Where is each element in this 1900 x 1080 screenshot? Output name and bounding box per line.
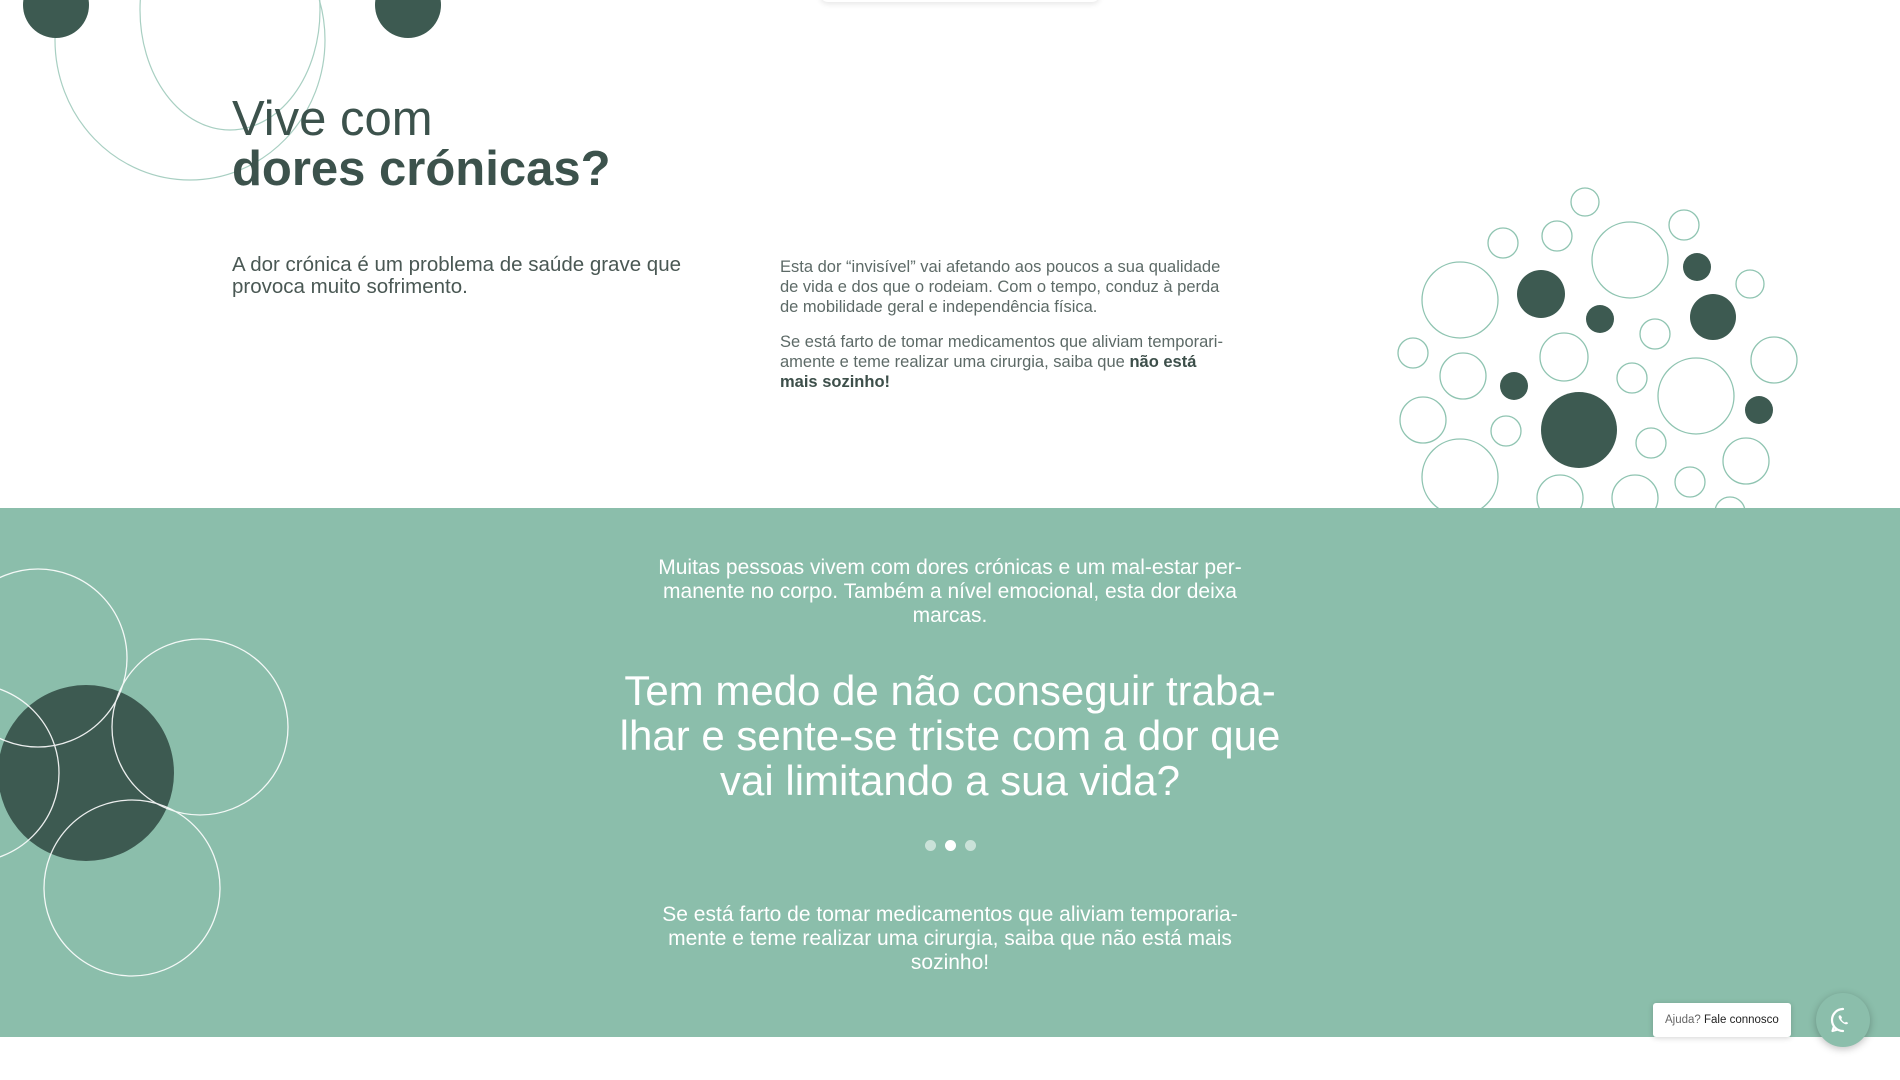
help-chat-label[interactable]: Ajuda? Fale connosco [1653, 1003, 1791, 1037]
whatsapp-button[interactable] [1816, 993, 1870, 1047]
intro-text: A dor crónica é um problema de saúde gra… [232, 253, 681, 298]
carousel-quote: Tem medo de não conseguir traba-lhar e s… [619, 667, 1281, 804]
carousel-dot-1[interactable] [925, 840, 936, 851]
carousel-indicators [925, 840, 976, 852]
carousel-dot-2[interactable] [945, 840, 956, 851]
description-paragraph-2: Se está farto de tomar medicamentos que … [780, 332, 1230, 392]
help-prefix: Ajuda? [1665, 1014, 1705, 1026]
header-tab [820, 0, 1100, 2]
carousel-dot-3[interactable] [965, 840, 976, 851]
title-line-2: dores crónicas? [232, 142, 611, 196]
decorative-circles-left [0, 568, 289, 977]
emotional-impact-section: Muitas pessoas vivem com dores crónicas … [0, 508, 1900, 1037]
page-title: Vive com dores crónicas? [232, 92, 611, 196]
section-closing-text: Se está farto de tomar medicamentos que … [662, 903, 1238, 974]
section-intro-text: Muitas pessoas vivem com dores crónicas … [658, 556, 1242, 627]
description-block: Esta dor “invisível” vai afetando aos po… [780, 257, 1230, 407]
intro-section: Vive com dores crónicas? A dor crónica é… [0, 0, 1900, 508]
description-paragraph-1: Esta dor “invisível” vai afetando aos po… [780, 258, 1221, 316]
help-contact-label: Fale connosco [1704, 1014, 1779, 1026]
title-line-1: Vive com [232, 92, 433, 146]
whatsapp-icon [1830, 1007, 1849, 1033]
